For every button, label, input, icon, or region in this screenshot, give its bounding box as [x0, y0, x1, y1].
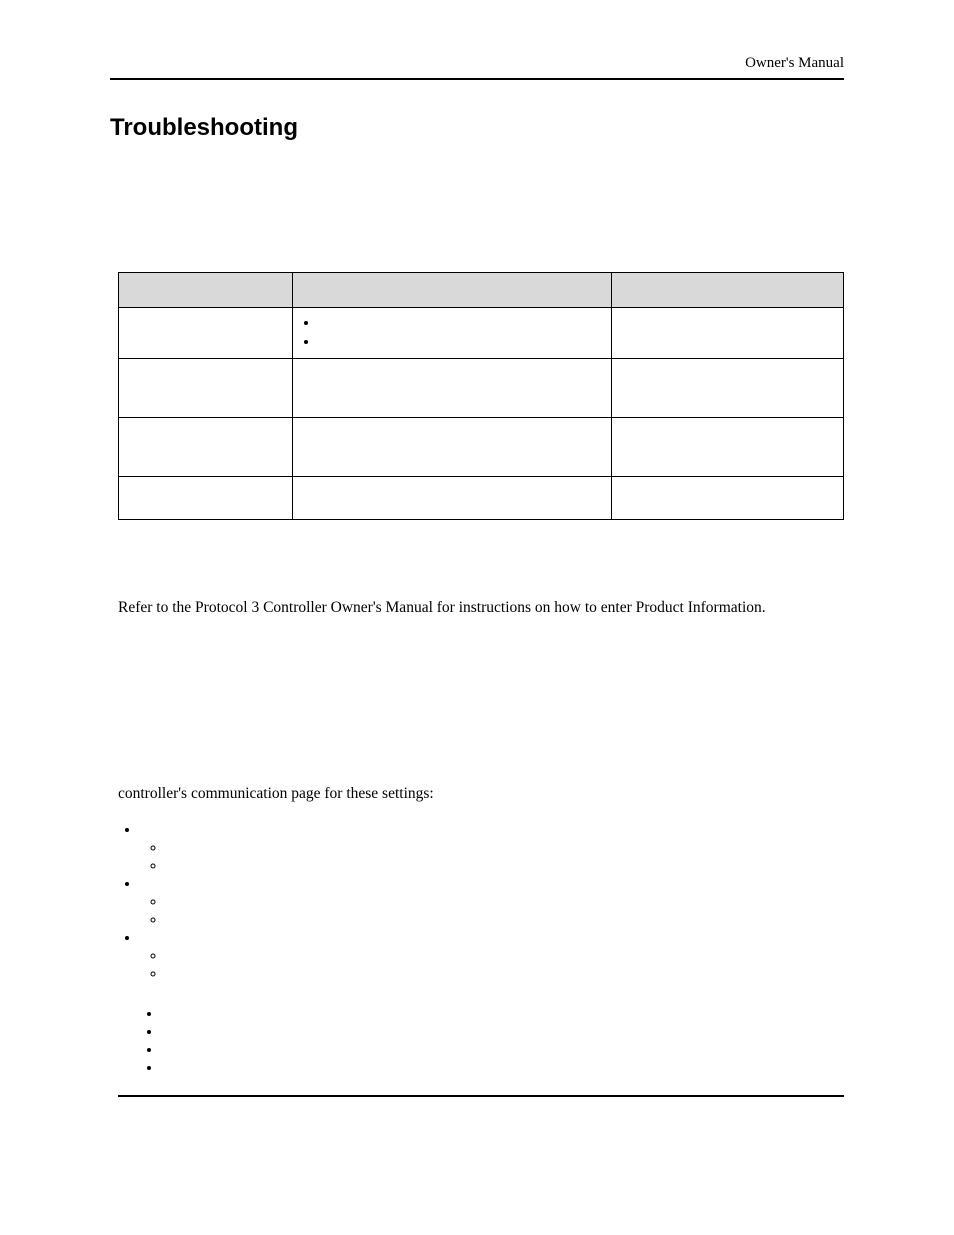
list-item [140, 929, 844, 983]
section-title: Troubleshooting [110, 114, 844, 142]
footer-rule [118, 1095, 844, 1097]
table-cell [293, 358, 612, 417]
list-item [162, 1059, 844, 1077]
table-row [119, 476, 844, 519]
list-item [140, 821, 844, 875]
table-header-row [119, 273, 844, 308]
table-cell [119, 417, 293, 476]
list-item [162, 1041, 844, 1059]
table-cell [293, 308, 612, 359]
table-cell [612, 358, 844, 417]
table-cell [293, 476, 612, 519]
list-subitem [166, 857, 844, 875]
list-item [162, 1005, 844, 1023]
header-rule [110, 78, 844, 80]
table-header-cell [293, 273, 612, 308]
table-cell [612, 476, 844, 519]
list-subitem [166, 839, 844, 857]
list-subitem [166, 893, 844, 911]
list-item [162, 1023, 844, 1041]
additional-list [118, 1005, 844, 1077]
settings-list [118, 821, 844, 983]
table-cell [119, 476, 293, 519]
body-paragraph: controller's communication page for thes… [118, 784, 844, 805]
list-item [140, 875, 844, 929]
table-cell [612, 308, 844, 359]
list-subitem [166, 965, 844, 983]
table-cell [293, 417, 612, 476]
troubleshooting-table [118, 272, 844, 520]
table-cell [119, 358, 293, 417]
table-row [119, 358, 844, 417]
body-paragraph: Refer to the Protocol 3 Controller Owner… [118, 598, 844, 619]
table-row [119, 417, 844, 476]
page-header-right: Owner's Manual [110, 55, 844, 72]
list-subitem [166, 911, 844, 929]
table-row [119, 308, 844, 359]
table-header-cell [119, 273, 293, 308]
table-cell [119, 308, 293, 359]
table-header-cell [612, 273, 844, 308]
list-subitem [166, 947, 844, 965]
table-cell [612, 417, 844, 476]
